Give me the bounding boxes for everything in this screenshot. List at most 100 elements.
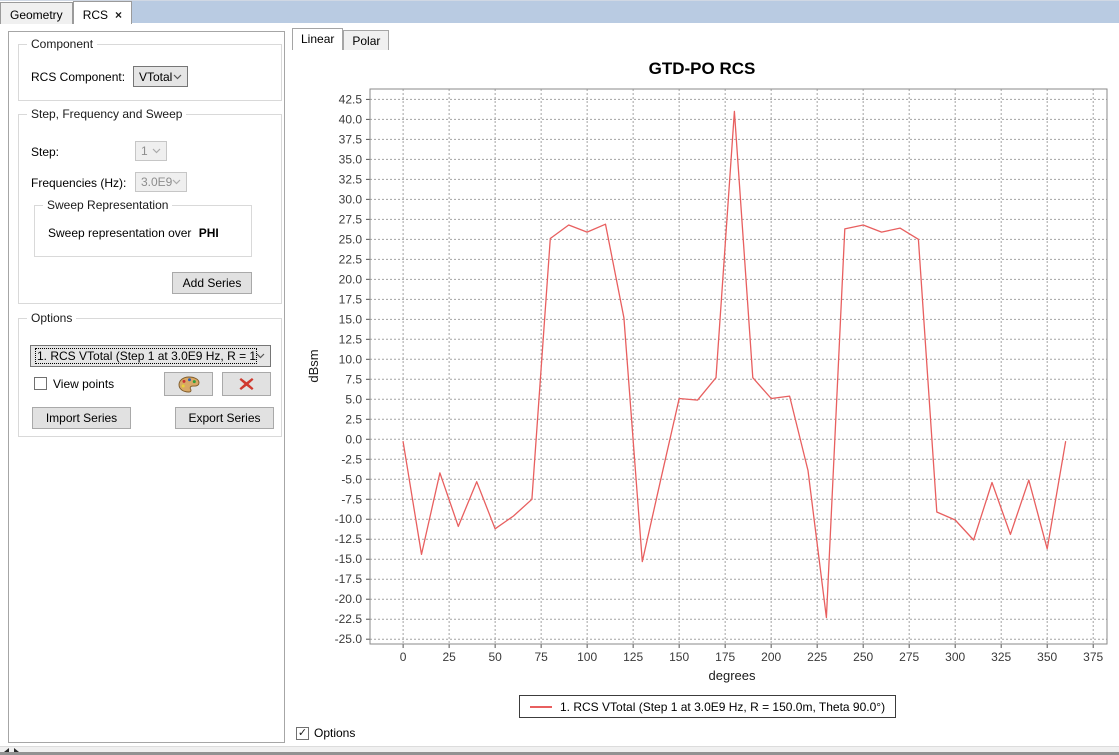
svg-text:-17.5: -17.5 bbox=[335, 572, 363, 586]
options-checkbox[interactable]: ✓ bbox=[296, 727, 309, 740]
application-window: Geometry RCS × Component RCS Component: … bbox=[0, 0, 1119, 755]
delete-series-button[interactable] bbox=[222, 372, 271, 396]
svg-text:-10.0: -10.0 bbox=[335, 512, 363, 526]
step-frequency-sweep-group: Step, Frequency and Sweep Step: 1 Freque… bbox=[18, 114, 282, 304]
tabbar-background bbox=[132, 1, 1119, 23]
svg-text:35.0: 35.0 bbox=[339, 152, 363, 166]
svg-text:-7.5: -7.5 bbox=[341, 492, 362, 506]
svg-text:37.5: 37.5 bbox=[339, 132, 363, 146]
chevron-down-icon bbox=[256, 353, 265, 359]
svg-text:25: 25 bbox=[442, 650, 456, 664]
tab-linear[interactable]: Linear bbox=[292, 28, 343, 50]
export-series-button[interactable]: Export Series bbox=[175, 407, 274, 429]
svg-text:225: 225 bbox=[807, 650, 827, 664]
tab-rcs[interactable]: RCS × bbox=[73, 1, 132, 24]
series-select[interactable]: 1. RCS VTotal (Step 1 at 3.0E9 Hz, R = 1… bbox=[30, 345, 271, 367]
svg-text:325: 325 bbox=[991, 650, 1011, 664]
frequencies-value: 3.0E9 bbox=[141, 175, 172, 189]
step-value: 1 bbox=[141, 144, 148, 158]
svg-text:275: 275 bbox=[899, 650, 919, 664]
tab-geometry[interactable]: Geometry bbox=[0, 2, 73, 24]
svg-text:10.0: 10.0 bbox=[339, 352, 363, 366]
chart-options-toggle-row: ✓ Options bbox=[296, 726, 355, 740]
rcs-component-select[interactable]: VTotal bbox=[133, 66, 188, 87]
sweep-representation-group: Sweep Representation Sweep representatio… bbox=[34, 205, 252, 257]
svg-text:2.5: 2.5 bbox=[345, 412, 362, 426]
component-group: Component RCS Component: VTotal bbox=[18, 44, 282, 101]
view-points-checkbox[interactable] bbox=[34, 377, 47, 390]
svg-text:GTD-PO RCS: GTD-PO RCS bbox=[649, 59, 756, 78]
svg-text:7.5: 7.5 bbox=[345, 372, 362, 386]
import-series-button[interactable]: Import Series bbox=[32, 407, 131, 429]
chevron-down-icon bbox=[152, 148, 161, 154]
svg-text:5.0: 5.0 bbox=[345, 392, 362, 406]
add-series-button[interactable]: Add Series bbox=[172, 272, 252, 294]
svg-text:0: 0 bbox=[400, 650, 407, 664]
svg-text:32.5: 32.5 bbox=[339, 172, 363, 186]
rcs-control-panel: Component RCS Component: VTotal Step, Fr… bbox=[8, 31, 285, 743]
svg-text:27.5: 27.5 bbox=[339, 212, 363, 226]
svg-text:100: 100 bbox=[577, 650, 597, 664]
svg-text:17.5: 17.5 bbox=[339, 292, 363, 306]
close-icon[interactable]: × bbox=[115, 10, 122, 20]
svg-text:-5.0: -5.0 bbox=[341, 472, 362, 486]
svg-text:degrees: degrees bbox=[709, 668, 756, 683]
svg-text:30.0: 30.0 bbox=[339, 192, 363, 206]
options-group-title: Options bbox=[27, 311, 76, 325]
svg-text:-20.0: -20.0 bbox=[335, 592, 363, 606]
component-group-title: Component bbox=[27, 37, 97, 51]
frequencies-select[interactable]: 3.0E9 bbox=[135, 172, 187, 192]
step-select[interactable]: 1 bbox=[135, 141, 167, 161]
sweep-representation-text: Sweep representation over PHI bbox=[48, 226, 219, 240]
rcs-chart: 0255075100125150175200225250275300325350… bbox=[292, 49, 1118, 693]
svg-text:12.5: 12.5 bbox=[339, 332, 363, 346]
delete-x-icon bbox=[239, 377, 254, 391]
svg-text:150: 150 bbox=[669, 650, 689, 664]
chevron-down-icon bbox=[173, 74, 182, 80]
series-color-button[interactable] bbox=[164, 372, 213, 396]
svg-text:-12.5: -12.5 bbox=[335, 532, 363, 546]
tab-geometry-label: Geometry bbox=[10, 8, 63, 22]
step-frequency-sweep-title: Step, Frequency and Sweep bbox=[27, 107, 186, 121]
document-tabbar: Geometry RCS × bbox=[0, 1, 1119, 24]
rcs-component-value: VTotal bbox=[139, 70, 172, 84]
svg-text:75: 75 bbox=[534, 650, 548, 664]
svg-text:dBsm: dBsm bbox=[306, 349, 321, 382]
svg-text:20.0: 20.0 bbox=[339, 272, 363, 286]
svg-text:375: 375 bbox=[1083, 650, 1103, 664]
chevron-down-icon bbox=[172, 179, 181, 185]
svg-text:40.0: 40.0 bbox=[339, 112, 363, 126]
svg-text:350: 350 bbox=[1037, 650, 1057, 664]
svg-text:25.0: 25.0 bbox=[339, 232, 363, 246]
options-checkbox-label: Options bbox=[314, 726, 355, 740]
series-select-value: 1. RCS VTotal (Step 1 at 3.0E9 Hz, R = 1… bbox=[36, 349, 256, 363]
chart-legend: 1. RCS VTotal (Step 1 at 3.0E9 Hz, R = 1… bbox=[519, 695, 896, 718]
options-group: Options 1. RCS VTotal (Step 1 at 3.0E9 H… bbox=[18, 318, 282, 437]
chart-view-tabs: Linear Polar bbox=[292, 28, 389, 50]
export-series-label: Export Series bbox=[188, 411, 260, 425]
svg-text:125: 125 bbox=[623, 650, 643, 664]
legend-line-swatch bbox=[530, 706, 552, 708]
svg-text:300: 300 bbox=[945, 650, 965, 664]
tab-polar[interactable]: Polar bbox=[343, 30, 389, 50]
svg-text:-15.0: -15.0 bbox=[335, 552, 363, 566]
tab-rcs-label: RCS bbox=[83, 8, 108, 22]
svg-text:50: 50 bbox=[488, 650, 502, 664]
import-series-label: Import Series bbox=[46, 411, 117, 425]
svg-text:175: 175 bbox=[715, 650, 735, 664]
frequencies-label: Frequencies (Hz): bbox=[31, 176, 126, 190]
sweep-representation-title: Sweep Representation bbox=[43, 198, 172, 212]
svg-text:-25.0: -25.0 bbox=[335, 632, 363, 646]
svg-text:42.5: 42.5 bbox=[339, 92, 363, 106]
svg-text:22.5: 22.5 bbox=[339, 252, 363, 266]
svg-text:15.0: 15.0 bbox=[339, 312, 363, 326]
legend-label: 1. RCS VTotal (Step 1 at 3.0E9 Hz, R = 1… bbox=[560, 700, 885, 714]
tab-polar-label: Polar bbox=[352, 34, 380, 48]
palette-icon bbox=[178, 376, 200, 393]
sweep-representation-prefix: Sweep representation over bbox=[48, 226, 191, 240]
svg-text:0.0: 0.0 bbox=[345, 432, 362, 446]
svg-text:-2.5: -2.5 bbox=[341, 452, 362, 466]
svg-text:250: 250 bbox=[853, 650, 873, 664]
step-label: Step: bbox=[31, 145, 59, 159]
view-points-label: View points bbox=[53, 377, 114, 391]
